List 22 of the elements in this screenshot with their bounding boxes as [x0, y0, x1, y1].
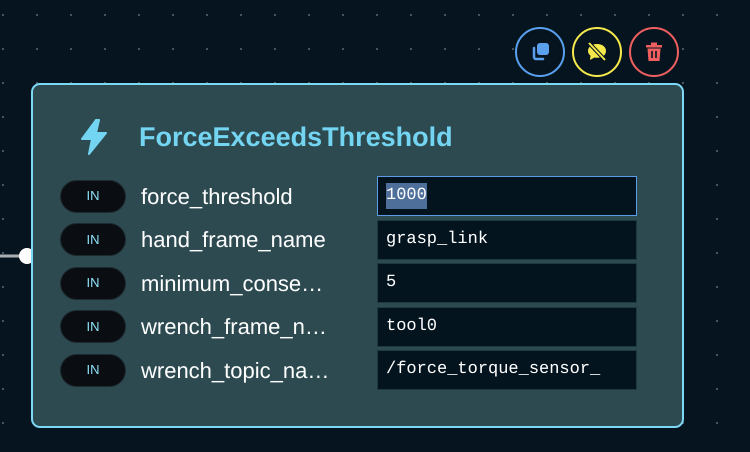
port-badge[interactable]: IN: [60, 266, 126, 300]
port-badge[interactable]: IN: [60, 354, 126, 386]
port-badge[interactable]: IN: [60, 223, 126, 256]
port-label: force_threshold: [141, 182, 294, 210]
comment-off-button[interactable]: [572, 27, 622, 77]
port-input[interactable]: 1000: [377, 176, 637, 216]
port-input[interactable]: /force_torque_sensor_: [377, 350, 637, 390]
port-label: wrench_topic_na…: [141, 356, 330, 385]
port-badge[interactable]: IN: [60, 310, 126, 343]
lightning-icon: [79, 119, 109, 155]
port-input[interactable]: grasp_link: [377, 220, 637, 260]
port-label: minimum_conse…: [141, 270, 324, 298]
port-label: wrench_frame_n…: [141, 313, 328, 341]
port-badge[interactable]: IN: [60, 180, 126, 212]
trash-button[interactable]: [629, 27, 679, 77]
port-input[interactable]: tool0: [377, 306, 637, 346]
comment-off-icon: [585, 40, 609, 64]
port-label: hand_frame_name: [141, 226, 327, 254]
copy-button[interactable]: [515, 27, 565, 77]
node-card[interactable]: ForceExceedsThreshold IN force_threshold 1000 IN hand_frame_name grasp_link IN minimum_conse… 5 IN wrench_frame_n… tool0 IN wrench_topic_na… /force_torque_sensor_: [31, 83, 684, 428]
node-title: ForceExceedsThreshold: [139, 124, 453, 150]
port-input[interactable]: 5: [377, 263, 637, 303]
